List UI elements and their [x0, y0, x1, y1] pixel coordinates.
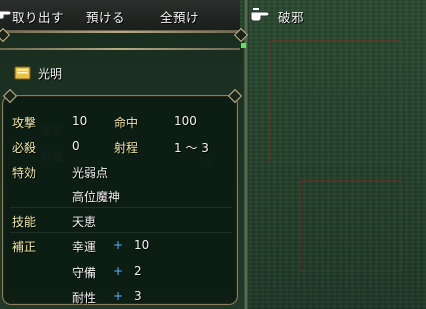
map-tile-outline: [300, 180, 402, 272]
deposit-command[interactable]: 預ける: [86, 7, 125, 26]
hit-value: 100: [174, 114, 197, 128]
right-panel-title: 破邪: [278, 10, 305, 25]
pointing-hand-icon: [250, 8, 270, 22]
tome-icon: [14, 66, 31, 80]
command-bar: 取り出す 預ける 全預け: [0, 0, 240, 31]
crit-value: 0: [72, 139, 80, 153]
deposit-all-command[interactable]: 全預け: [160, 7, 199, 26]
plus-sign: +: [113, 264, 124, 278]
attack-value: 10: [72, 114, 88, 128]
separator: [10, 207, 232, 208]
hit-label: 命中: [114, 116, 139, 130]
crit-label: 必殺: [12, 141, 37, 155]
effect-label: 特効: [12, 166, 37, 180]
map-tile-outline: [270, 40, 402, 162]
bonus-stat-value: 3: [134, 289, 142, 303]
bonus-stat-value: 2: [134, 264, 142, 278]
bonus-stat-name: 耐性: [72, 291, 97, 305]
skill-label: 技能: [12, 215, 37, 229]
attack-label: 攻撃: [12, 116, 37, 130]
item-name: 光明: [38, 67, 63, 81]
frame-line: [0, 48, 240, 50]
effect-value: 高位魔神: [72, 190, 121, 204]
bonus-stat-name: 幸運: [72, 240, 97, 254]
plus-sign: +: [113, 289, 124, 303]
bonus-label: 補正: [12, 240, 37, 254]
separator: [10, 232, 232, 233]
withdraw-command[interactable]: 取り出す: [12, 7, 64, 26]
divider-marker: [241, 43, 246, 48]
plus-sign: +: [113, 238, 124, 252]
skill-value: 天恵: [72, 215, 97, 229]
range-value: 1 〜 3: [174, 141, 209, 155]
bonus-stat-value: 10: [134, 238, 150, 252]
frame-line: [0, 31, 240, 33]
bonus-stat-name: 守備: [72, 266, 97, 280]
effect-value: 光弱点: [72, 166, 109, 180]
range-label: 射程: [114, 141, 139, 155]
